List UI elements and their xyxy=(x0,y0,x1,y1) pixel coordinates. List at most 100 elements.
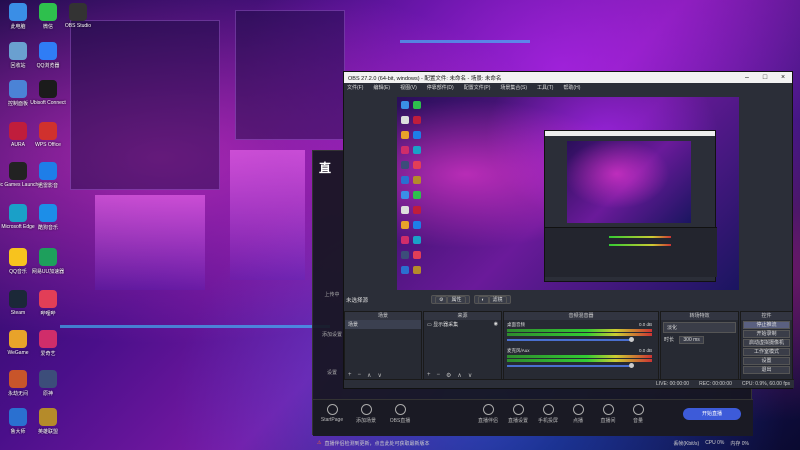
desktop-icon-label: QQ音乐 xyxy=(9,269,27,275)
obs-title: OBS 27.2.0 (64-bit, windows) - 配置文件: 未命名… xyxy=(348,75,502,82)
desktop-icon-label: 哔哩哔 xyxy=(40,311,56,317)
desktop-icon-label: OBS Studio xyxy=(64,23,92,29)
game-icon xyxy=(9,370,27,388)
channel-name: 麦克风/Aux xyxy=(507,348,530,353)
toolbar-item[interactable]: 直播间 xyxy=(593,404,623,424)
desktop-icon[interactable]: 爱奇艺 xyxy=(33,330,63,357)
desktop-icon[interactable]: 回收站 xyxy=(3,42,33,69)
scene-item[interactable]: 场景 xyxy=(345,320,421,329)
duration-input[interactable]: 300 ms xyxy=(679,336,704,344)
desktop-icon[interactable]: 鲁大师 xyxy=(3,408,33,435)
preview-desktop-icon xyxy=(413,176,421,184)
transition-select[interactable]: 淡化 xyxy=(663,322,736,333)
side-item[interactable]: 上传中 xyxy=(319,291,345,298)
preview-desktop-icon xyxy=(413,251,421,259)
wallpaper-light-strip xyxy=(400,40,530,43)
desktop-icon[interactable]: Steam xyxy=(3,290,33,316)
properties-button[interactable]: ⚙ 属性 xyxy=(431,295,470,304)
desktop-icon[interactable]: 原神 xyxy=(33,370,63,397)
desktop-icon[interactable]: 迅雷影音 xyxy=(33,162,63,189)
toolbar-add-scene[interactable]: 添加场景 xyxy=(351,404,381,424)
preview-desktop-icon xyxy=(413,221,421,229)
start-recording-button[interactable]: 开始录制 xyxy=(743,330,790,338)
stop-streaming-button[interactable]: 停止推流 xyxy=(743,321,790,329)
desktop-icon[interactable]: WeGame xyxy=(3,330,33,356)
preview-desktop-icon xyxy=(413,116,421,124)
filters-button[interactable]: ◐ 滤镜 xyxy=(473,295,511,304)
toolbar-item[interactable]: 音量 xyxy=(623,404,653,424)
desktop-icon-label: 爱奇艺 xyxy=(40,351,56,357)
desktop-icon[interactable]: 英雄联盟 xyxy=(33,408,63,435)
dock-title: 音频混音器 xyxy=(504,312,658,320)
preview-desktop-icon xyxy=(401,266,409,274)
exit-button[interactable]: 退出 xyxy=(743,366,790,374)
desktop-icon[interactable]: Ubisoft Connect xyxy=(30,80,66,106)
desktop-icon-label: 酷狗音乐 xyxy=(37,225,58,231)
desktop-icon[interactable]: Epic Games Launcher xyxy=(0,162,43,188)
desktop-icon[interactable]: OBS Studio xyxy=(63,3,93,29)
source-item[interactable]: ▭ 显示器采集 ◉ xyxy=(424,320,501,329)
preview-desktop-icon xyxy=(413,161,421,169)
toolbar-item[interactable]: 手机投屏 xyxy=(533,404,563,424)
settings-button[interactable]: 设置 xyxy=(743,357,790,365)
studio-mode-button[interactable]: 工作室模式 xyxy=(743,348,790,356)
controls-dock: 控件 停止推流 开始录制 启动虚拟摄像机 工作室模式 设置 退出 xyxy=(740,311,793,381)
eye-icon[interactable]: ◉ xyxy=(494,321,498,327)
menu-item[interactable]: 停靠部件(D) xyxy=(427,84,454,91)
stat: 丢帧(Kbit/s) xyxy=(673,440,700,447)
menu-item[interactable]: 帮助(H) xyxy=(563,84,580,91)
menu-item[interactable]: 文件(F) xyxy=(347,84,363,91)
desktop-icon-label: QQ浏览器 xyxy=(36,63,60,69)
desktop-icon[interactable]: 哔哩哔 xyxy=(33,290,63,317)
volume-meter xyxy=(507,359,652,362)
menu-item[interactable]: 场景集合(S) xyxy=(500,84,527,91)
desktop-icon-label: AURA xyxy=(11,142,25,148)
update-notice[interactable]: 直播伴侣检测到更新，点击此处可获取最新版本 xyxy=(324,440,429,447)
virtual-camera-button[interactable]: 启动虚拟摄像机 xyxy=(743,339,790,347)
menu-item[interactable]: 视图(V) xyxy=(400,84,417,91)
menu-item[interactable]: 工具(T) xyxy=(537,84,553,91)
wechat-icon xyxy=(39,3,57,21)
menu-item[interactable]: 配置文件(P) xyxy=(464,84,491,91)
epic-icon xyxy=(9,162,27,180)
desktop-icon[interactable]: 此电脑 xyxy=(3,3,33,30)
preview-desktop-icon xyxy=(401,191,409,199)
volume-slider[interactable] xyxy=(507,337,634,342)
recycle-bin-icon xyxy=(9,42,27,60)
side-item[interactable]: 设置 xyxy=(319,369,345,376)
desktop-icon[interactable]: WPS Office xyxy=(33,122,63,148)
desktop-icon-label: WeGame xyxy=(7,350,29,356)
toolbar-item[interactable]: 直播伴侣 xyxy=(473,404,503,424)
desktop-icon[interactable]: 控制面板 xyxy=(3,80,33,107)
app-logo: 直 xyxy=(319,161,332,175)
desktop-icon-label: Steam xyxy=(10,310,26,316)
toolbar-item[interactable]: 点播 xyxy=(563,404,593,424)
desktop-icon[interactable]: AURA xyxy=(3,122,33,148)
steam-icon xyxy=(9,290,27,308)
obs-titlebar[interactable]: OBS 27.2.0 (64-bit, windows) - 配置文件: 未命名… xyxy=(344,72,792,83)
desktop-icon[interactable]: 永劫无间 xyxy=(3,370,33,397)
preview-desktop-icon xyxy=(413,266,421,274)
menu-item[interactable]: 编辑(E) xyxy=(373,84,390,91)
desktop-icon[interactable]: 酷狗音乐 xyxy=(33,204,63,231)
obs-menubar: 文件(F) 编辑(E) 视图(V) 停靠部件(D) 配置文件(P) 场景集合(S) 工具(T… xyxy=(344,83,792,92)
aura-icon xyxy=(9,122,27,140)
maximize-icon[interactable]: □ xyxy=(756,74,774,81)
desktop-icon[interactable]: 网易UU加速器 xyxy=(32,248,64,275)
desktop-icon-label: WPS Office xyxy=(35,142,61,148)
toolbar-item[interactable]: 直播设置 xyxy=(503,404,533,424)
desktop-icon[interactable]: QQ浏览器 xyxy=(33,42,63,69)
obs-preview[interactable] xyxy=(397,97,739,290)
minimize-icon[interactable]: – xyxy=(738,74,756,81)
desktop-icon[interactable]: QQ音乐 xyxy=(3,248,33,275)
desktop-icon-label: 回收站 xyxy=(10,63,26,69)
desktop-icon[interactable]: Microsoft Edge xyxy=(1,204,35,230)
volume-slider[interactable] xyxy=(507,363,634,368)
desktop-icon[interactable]: 微信 xyxy=(33,3,63,30)
toolbar-startpage[interactable]: StartPage xyxy=(317,404,347,423)
preview-desktop-icon xyxy=(413,101,421,109)
start-live-button[interactable]: 开始直播 xyxy=(683,408,741,420)
close-icon[interactable]: × xyxy=(774,74,792,81)
side-item[interactable]: 添加设置 xyxy=(319,331,345,338)
toolbar-obs[interactable]: OBS直播 xyxy=(385,404,415,424)
